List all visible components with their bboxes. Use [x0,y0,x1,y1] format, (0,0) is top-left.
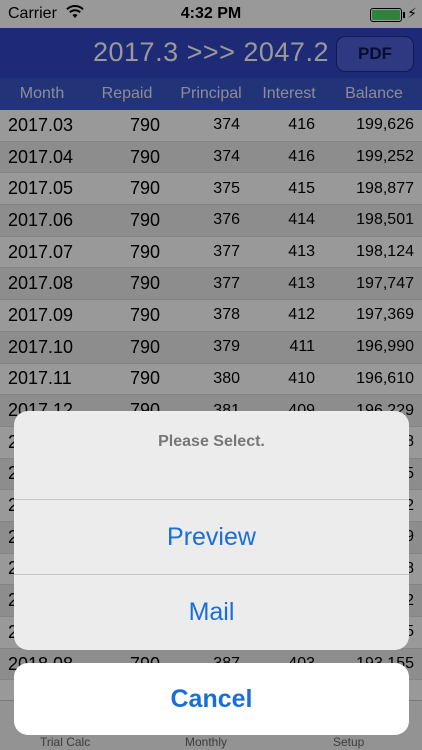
cancel-button[interactable]: Cancel [14,663,409,735]
action-sheet-title: Please Select. [14,411,409,500]
mail-button[interactable]: Mail [14,575,409,650]
preview-button[interactable]: Preview [14,500,409,575]
action-sheet: Please Select. Preview Mail [14,411,409,650]
